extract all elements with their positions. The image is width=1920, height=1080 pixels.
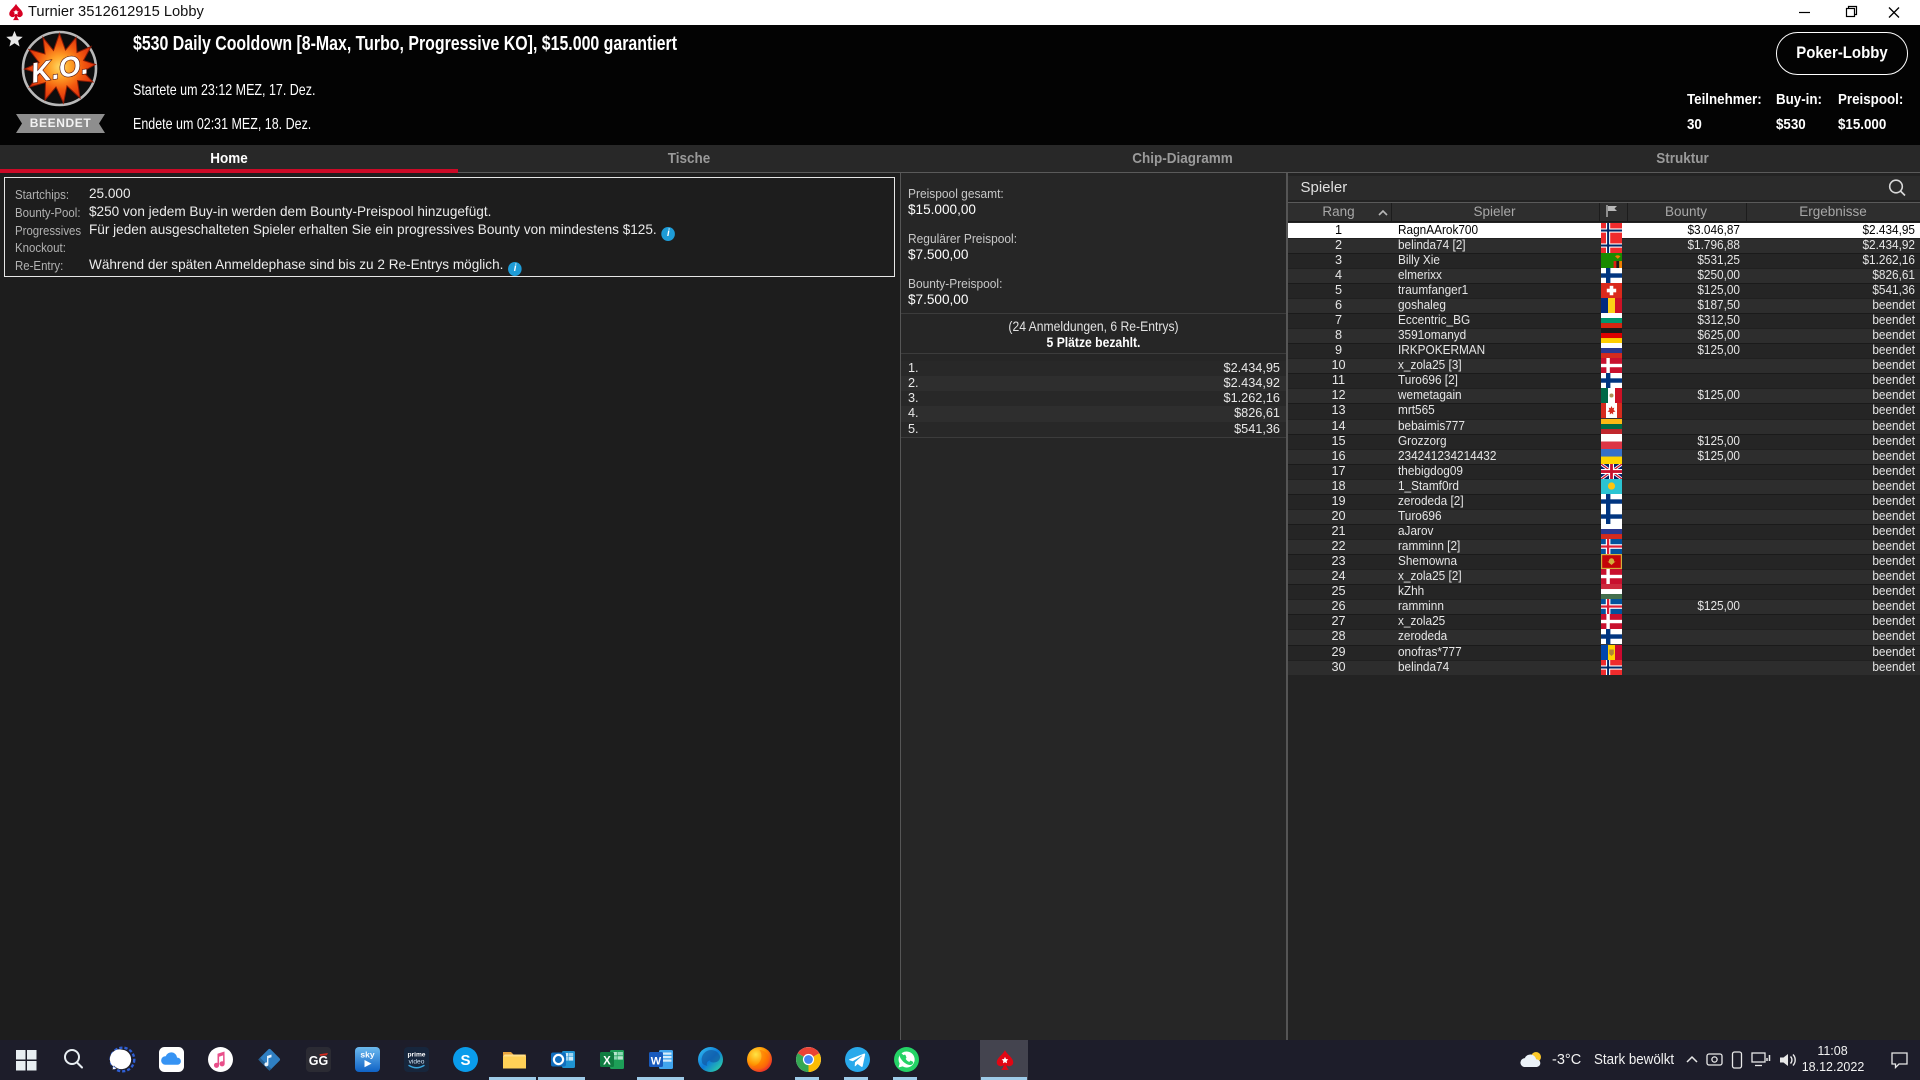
svg-text:GG: GG — [308, 1054, 327, 1068]
svg-text:video: video — [408, 1058, 424, 1065]
svg-text:W: W — [650, 1055, 661, 1067]
svg-text:sky: sky — [360, 1049, 374, 1059]
svg-text:prime: prime — [407, 1051, 425, 1058]
svg-text:X: X — [603, 1055, 611, 1067]
svg-text:S: S — [460, 1052, 470, 1069]
